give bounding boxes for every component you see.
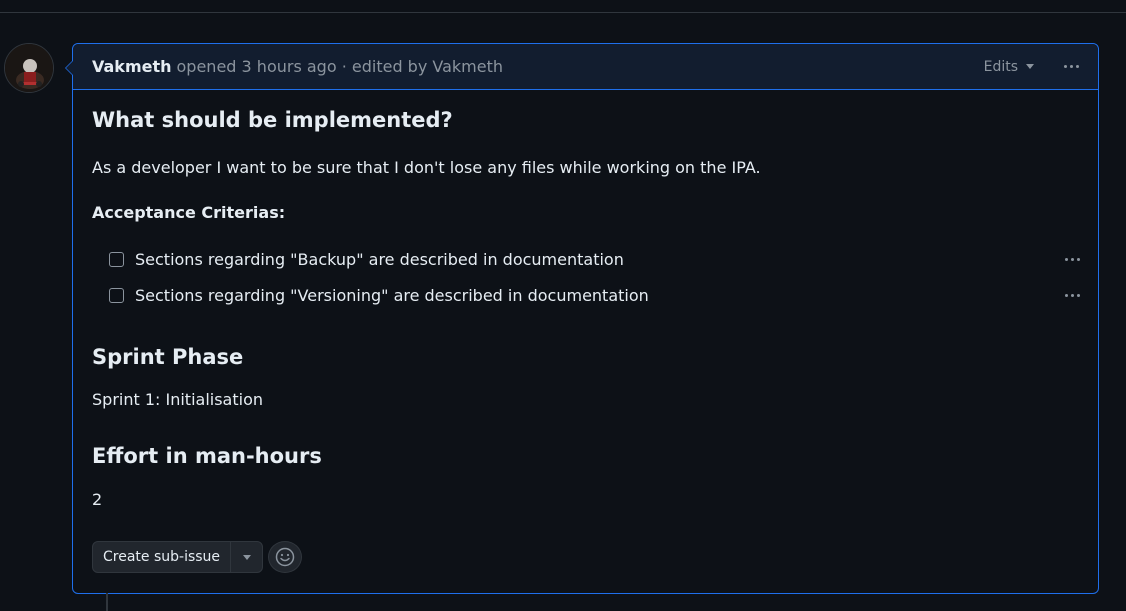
- task-checkbox[interactable]: [109, 288, 124, 303]
- create-subissue-dropdown[interactable]: [231, 542, 262, 572]
- task-list-item: Sections regarding "Versioning" are desc…: [109, 286, 1084, 305]
- avatar-image: [5, 44, 53, 92]
- task-text: Sections regarding "Versioning" are desc…: [135, 286, 649, 305]
- comment-header: Vakmeth opened 3 hours ago · edited by V…: [73, 44, 1098, 90]
- task-text: Sections regarding "Backup" are describe…: [135, 250, 624, 269]
- acceptance-criteria-label: Acceptance Criterias:: [92, 203, 286, 222]
- create-subissue-group: Create sub-issue: [92, 541, 264, 573]
- triangle-down-icon: [242, 554, 251, 560]
- author-link[interactable]: Vakmeth: [92, 57, 172, 76]
- heading-what-implemented: What should be implemented?: [92, 108, 453, 132]
- kebab-horizontal-icon[interactable]: [1061, 290, 1084, 301]
- effort-value: 2: [92, 490, 103, 509]
- smiley-icon: [275, 547, 295, 567]
- top-divider: [0, 12, 1126, 13]
- timeline-line: [106, 593, 108, 611]
- sprint-phase-value: Sprint 1: Initialisation: [92, 390, 263, 409]
- kebab-horizontal-icon[interactable]: [1061, 254, 1084, 265]
- edits-label: Edits: [983, 58, 1018, 75]
- task-checkbox[interactable]: [109, 252, 124, 267]
- kebab-horizontal-icon[interactable]: [1064, 65, 1079, 68]
- heading-sprint-phase: Sprint Phase: [92, 345, 244, 369]
- heading-effort: Effort in man-hours: [92, 444, 322, 468]
- description-text: As a developer I want to be sure that I …: [92, 158, 761, 177]
- add-reaction-button[interactable]: [268, 541, 302, 573]
- chevron-down-icon: [1026, 64, 1034, 69]
- avatar[interactable]: [4, 43, 54, 93]
- issue-comment: Vakmeth opened 3 hours ago · edited by V…: [65, 43, 1099, 594]
- edits-dropdown[interactable]: Edits: [984, 59, 1034, 75]
- comment-meta: opened 3 hours ago · edited by Vakmeth: [176, 57, 504, 76]
- task-list-item: Sections regarding "Backup" are describe…: [109, 250, 1084, 269]
- create-subissue-button[interactable]: Create sub-issue: [93, 542, 232, 572]
